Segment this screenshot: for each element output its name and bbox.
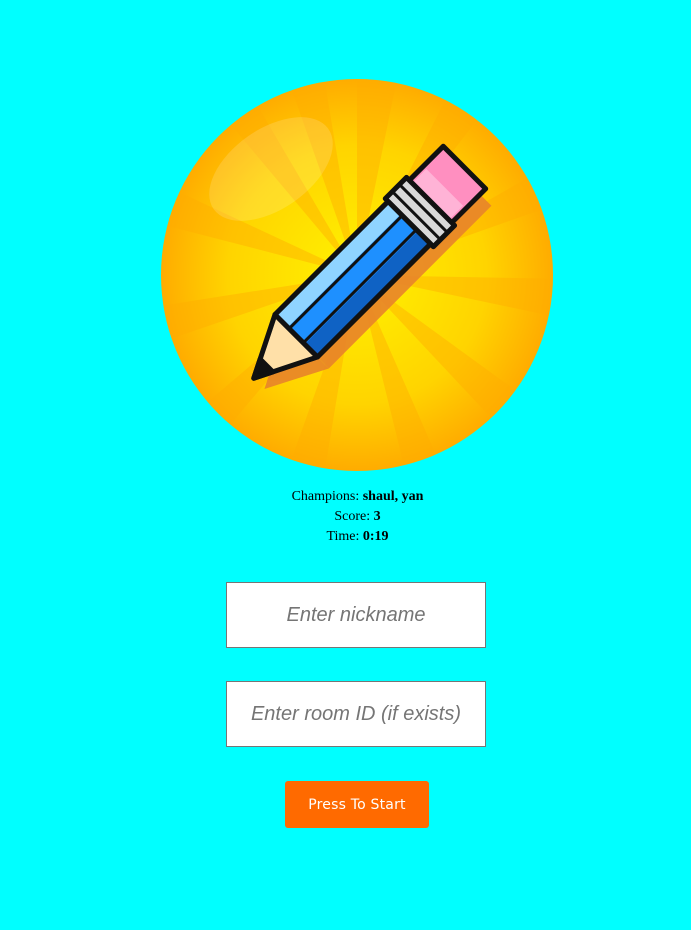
- app-logo: [161, 79, 553, 471]
- room-id-input[interactable]: [226, 681, 486, 747]
- score-value: 3: [373, 509, 381, 524]
- champions-label: Champions:: [291, 489, 360, 504]
- score-label: Score:: [334, 509, 371, 524]
- score-line: Score: 3: [0, 507, 691, 527]
- nickname-input[interactable]: [226, 582, 486, 648]
- time-value: 0:19: [362, 529, 389, 544]
- champions-line: Champions: shaul, yan: [0, 487, 691, 507]
- champions-value: shaul, yan: [362, 489, 424, 504]
- start-button[interactable]: Press To Start: [285, 781, 429, 828]
- pencil-icon: [161, 79, 553, 471]
- time-label: Time:: [326, 529, 360, 544]
- time-line: Time: 0:19: [0, 527, 691, 547]
- stats-panel: Champions: shaul, yan Score: 3 Time: 0:1…: [0, 487, 691, 547]
